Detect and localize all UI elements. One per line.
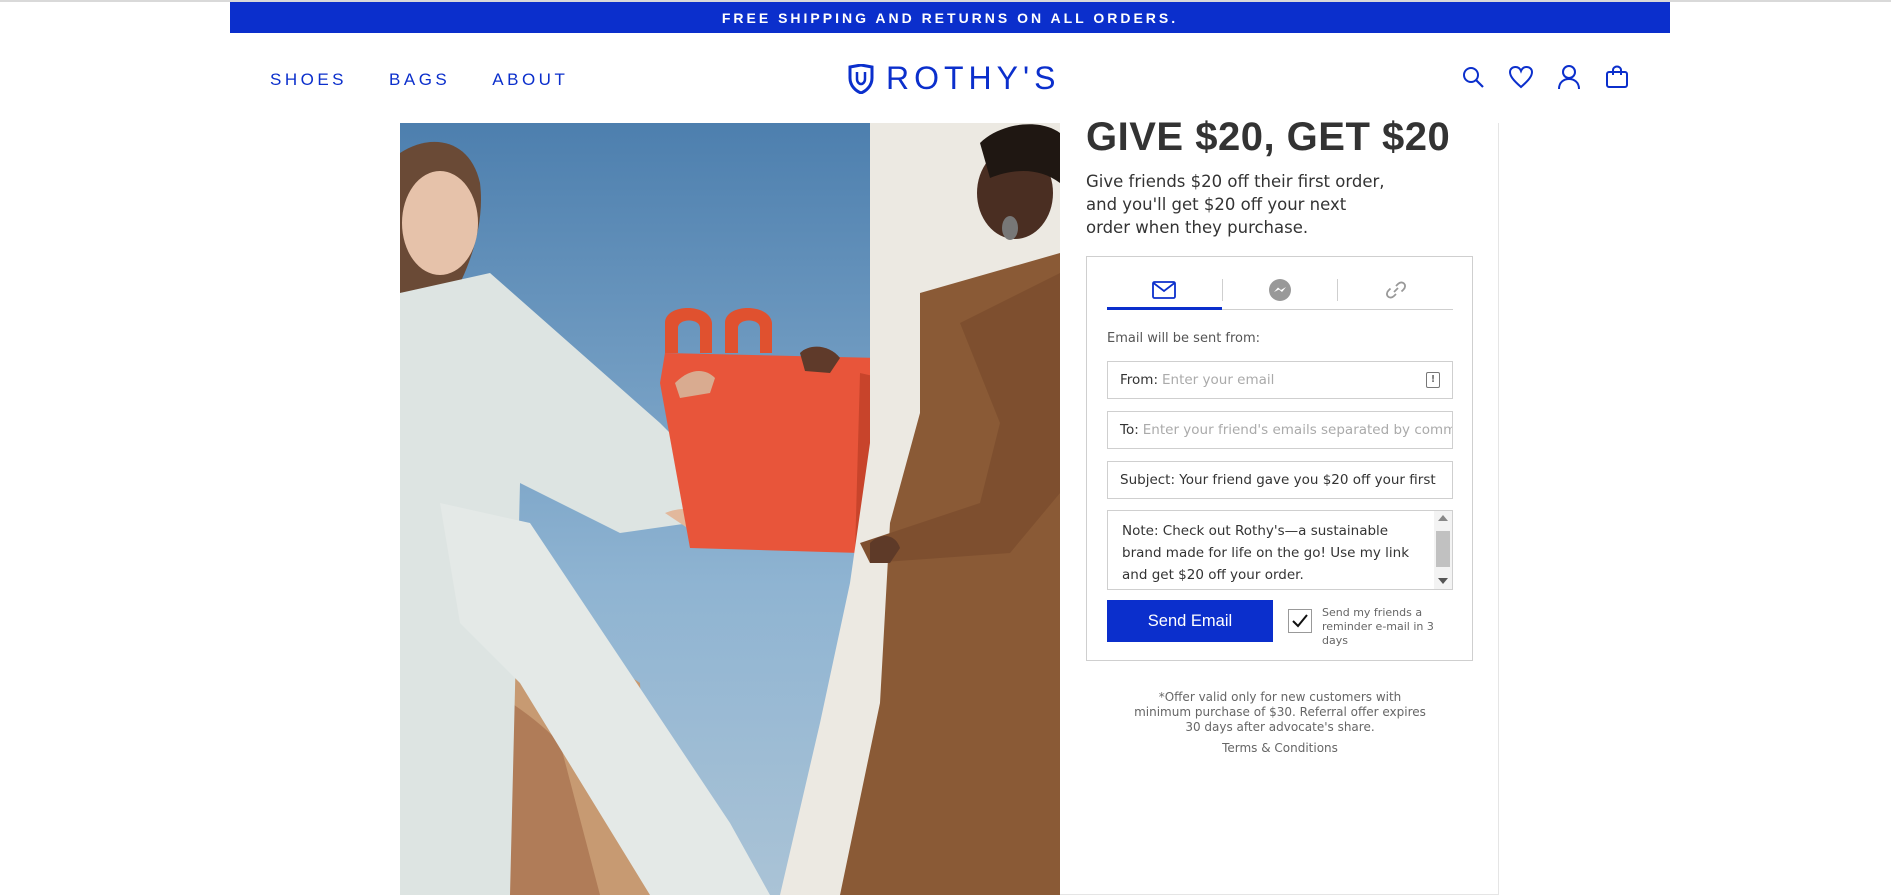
hero-image — [400, 123, 1060, 895]
tab-copy-link[interactable] — [1338, 271, 1453, 309]
reminder-label[interactable]: Send my friends a reminder e-mail in 3 d… — [1322, 606, 1462, 648]
hero-illustration — [400, 123, 1060, 895]
shield-logo-icon — [848, 63, 874, 94]
tab-messenger[interactable] — [1223, 271, 1338, 309]
send-email-button[interactable]: Send Email — [1107, 600, 1273, 642]
note-textarea[interactable]: Note: Check out Rothy's—a sustainable br… — [1107, 510, 1453, 590]
nav-bags[interactable]: BAGS — [389, 70, 450, 90]
search-icon[interactable] — [1460, 64, 1486, 90]
panel-right-border — [1498, 123, 1499, 895]
referral-subtext: Give friends $20 off their first order, … — [1086, 172, 1385, 237]
subject-value: Subject: Your friend gave you $20 off yo… — [1120, 472, 1440, 488]
account-icon[interactable] — [1556, 64, 1582, 90]
nav-about[interactable]: ABOUT — [492, 70, 568, 90]
note-value: Note: Check out Rothy's—a sustainable br… — [1122, 523, 1410, 583]
promo-text: FREE SHIPPING AND RETURNS ON ALL ORDERS. — [721, 9, 1179, 26]
panel-bottom-border — [1060, 894, 1498, 895]
share-tabs — [1107, 271, 1453, 310]
from-placeholder: Enter your email — [1162, 372, 1275, 388]
checkmark-icon — [1292, 614, 1308, 628]
scroll-up-icon[interactable] — [1438, 515, 1448, 521]
sent-from-label: Email will be sent from: — [1107, 331, 1261, 346]
note-scrollbar[interactable] — [1434, 511, 1452, 589]
logo-wordmark: ROTHY'S — [886, 60, 1061, 96]
link-icon — [1385, 281, 1406, 299]
from-label: From: — [1120, 372, 1158, 388]
to-placeholder: Enter your friend's emails separated by … — [1142, 422, 1453, 438]
to-email-field[interactable]: To: Enter your friend's emails separated… — [1107, 411, 1453, 449]
scroll-thumb[interactable] — [1436, 531, 1450, 567]
brand-logo[interactable]: ROTHY'S — [848, 60, 1060, 97]
envelope-icon — [1152, 281, 1177, 299]
reminder-checkbox[interactable] — [1288, 609, 1312, 633]
subject-field[interactable]: Subject: Your friend gave you $20 off yo… — [1107, 461, 1453, 499]
from-email-field[interactable]: From: Enter your email ! — [1107, 361, 1453, 399]
offer-fine-print: *Offer valid only for new customers with… — [1134, 690, 1426, 734]
main-nav: SHOES BAGS ABOUT — [270, 70, 568, 90]
terms-link[interactable]: Terms & Conditions — [1130, 741, 1430, 755]
share-card: Email will be sent from: From: Enter you… — [1086, 256, 1473, 661]
promo-banner: FREE SHIPPING AND RETURNS ON ALL ORDERS. — [230, 2, 1670, 33]
referral-headline: GIVE $20, GET $20 — [1086, 115, 1451, 159]
to-label: To: — [1120, 422, 1139, 438]
autofill-icon[interactable]: ! — [1426, 372, 1440, 388]
header-actions — [1460, 64, 1630, 90]
heart-icon[interactable] — [1508, 64, 1534, 90]
bag-icon[interactable] — [1604, 64, 1630, 90]
nav-shoes[interactable]: SHOES — [270, 70, 347, 90]
tab-email[interactable] — [1107, 271, 1222, 310]
messenger-icon — [1269, 279, 1291, 301]
scroll-down-icon[interactable] — [1438, 578, 1448, 584]
